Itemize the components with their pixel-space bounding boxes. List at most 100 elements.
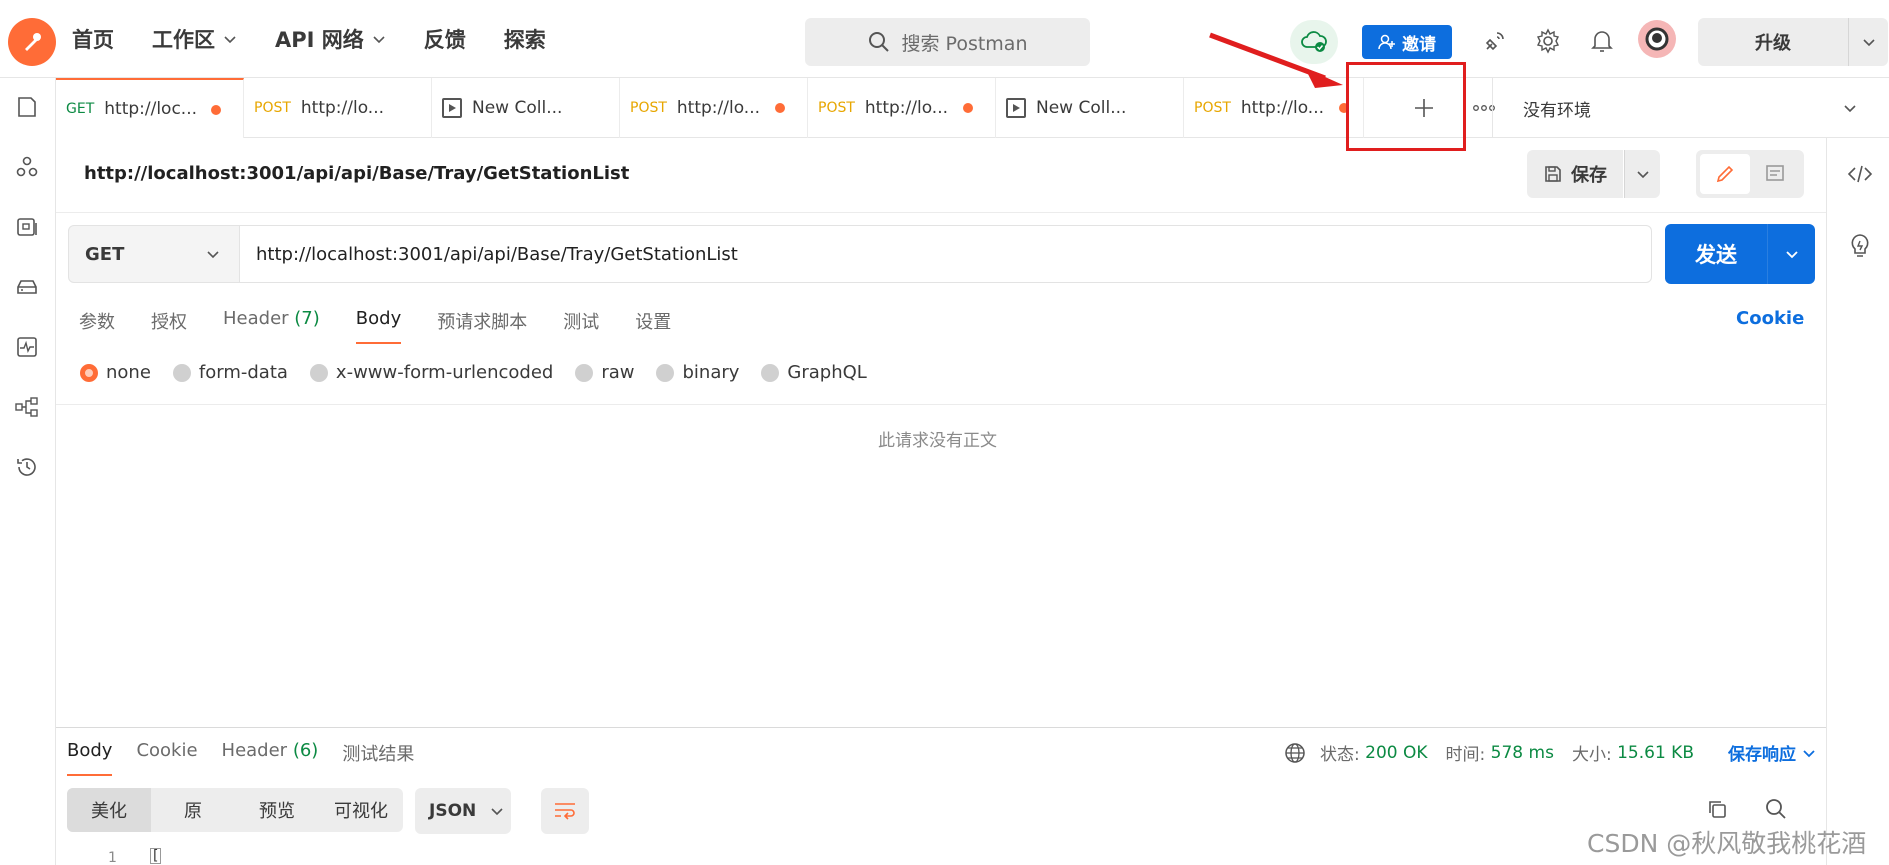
tab-tests[interactable]: 测试 bbox=[563, 308, 599, 344]
postman-logo[interactable] bbox=[8, 18, 56, 66]
upgrade-dropdown[interactable] bbox=[1849, 34, 1888, 50]
tab-collection-runner[interactable]: New Coll... bbox=[432, 78, 620, 138]
body-type-label: none bbox=[106, 362, 151, 383]
time-value[interactable]: 578 ms bbox=[1491, 743, 1554, 763]
body-type-options: none form-data x-www-form-urlencoded raw… bbox=[80, 362, 889, 383]
environment-label: 没有环境 bbox=[1523, 100, 1591, 121]
search-placeholder: 搜索 Postman bbox=[901, 32, 1028, 55]
invite-button[interactable]: 邀请 bbox=[1362, 25, 1452, 59]
save-response-button[interactable]: 保存响应 bbox=[1728, 740, 1816, 765]
radio[interactable] bbox=[575, 363, 594, 382]
play-icon bbox=[1006, 98, 1026, 118]
environment-icon bbox=[17, 218, 37, 236]
response-tab-headers[interactable]: Header (6) bbox=[222, 740, 319, 776]
nav-explore[interactable]: 探索 bbox=[504, 24, 546, 54]
nav-workspace[interactable]: 工作区 bbox=[152, 24, 237, 54]
tab-pre-request-script[interactable]: 预请求脚本 bbox=[437, 308, 527, 344]
request-title[interactable]: http://localhost:3001/api/api/Base/Tray/… bbox=[84, 163, 629, 184]
view-visualize[interactable]: 可视化 bbox=[319, 788, 403, 832]
send-dropdown[interactable] bbox=[1767, 224, 1815, 284]
body-type-form-data[interactable]: form-data bbox=[172, 362, 288, 383]
view-raw-label: 原 bbox=[184, 801, 202, 822]
radio[interactable] bbox=[309, 363, 328, 382]
code-snippet-button[interactable] bbox=[1847, 164, 1873, 188]
edit-mode-button[interactable] bbox=[1700, 154, 1750, 194]
body-type-binary[interactable]: binary bbox=[656, 362, 739, 383]
tab-settings-label: 设置 bbox=[635, 312, 672, 333]
response-format-select[interactable]: JSON bbox=[415, 788, 511, 834]
response-tab-body-label: Body bbox=[67, 740, 113, 761]
globe-icon[interactable] bbox=[1284, 742, 1306, 764]
status-value[interactable]: 200 OK bbox=[1365, 743, 1427, 763]
empty-body-text: 此请求没有正文 bbox=[878, 431, 997, 451]
tab-body-label: Body bbox=[355, 308, 402, 329]
avatar-icon bbox=[1645, 27, 1669, 51]
url-input[interactable]: http://localhost:3001/api/api/Base/Tray/… bbox=[240, 225, 1652, 283]
notifications-button[interactable] bbox=[1587, 26, 1617, 56]
tab-params[interactable]: 参数 bbox=[79, 308, 115, 344]
comments-mode-button[interactable] bbox=[1750, 154, 1800, 194]
cookies-link[interactable]: Cookie bbox=[1736, 308, 1804, 329]
settings-button[interactable] bbox=[1533, 26, 1563, 56]
send-button[interactable]: 发送 bbox=[1665, 224, 1767, 284]
response-tab-headers-label: Header bbox=[221, 740, 288, 761]
sidebar-environments[interactable] bbox=[12, 212, 42, 242]
view-preview-label: 预览 bbox=[259, 801, 295, 822]
view-pretty[interactable]: 美化 bbox=[67, 788, 151, 832]
tab-headers[interactable]: Header (7) bbox=[223, 308, 320, 344]
chevron-down-icon bbox=[207, 251, 219, 259]
radio-checked[interactable] bbox=[80, 363, 98, 382]
radio[interactable] bbox=[172, 363, 191, 382]
tab-settings[interactable]: 设置 bbox=[635, 308, 671, 344]
sidebar-mock-servers[interactable] bbox=[12, 272, 42, 302]
nav-api-network[interactable]: API 网络 bbox=[275, 24, 386, 54]
response-header-count: (6) bbox=[292, 740, 319, 761]
save-button[interactable]: 保存 bbox=[1527, 150, 1623, 198]
nav-home[interactable]: 首页 bbox=[72, 24, 114, 54]
tab-collection-runner[interactable]: New Coll... bbox=[996, 78, 1184, 138]
body-type-urlencoded[interactable]: x-www-form-urlencoded bbox=[309, 362, 553, 383]
method-select[interactable]: GET bbox=[68, 225, 240, 283]
save-dropdown[interactable] bbox=[1624, 150, 1660, 198]
response-search-button[interactable] bbox=[1765, 798, 1787, 824]
satellite-button[interactable] bbox=[1480, 26, 1510, 56]
sidebar-apis[interactable] bbox=[12, 152, 42, 182]
tab-auth[interactable]: 授权 bbox=[151, 308, 187, 344]
response-divider[interactable] bbox=[56, 727, 1826, 728]
tab-request[interactable]: GET http://loc... bbox=[56, 78, 244, 138]
environment-selector[interactable]: 没有环境 bbox=[1492, 78, 1882, 138]
avatar[interactable] bbox=[1638, 20, 1676, 58]
sidebar-collections[interactable] bbox=[12, 92, 42, 122]
apis-icon bbox=[16, 156, 38, 177]
upgrade-button[interactable]: 升级 bbox=[1698, 18, 1888, 66]
body-type-graphql[interactable]: GraphQL bbox=[761, 362, 867, 383]
history-icon bbox=[17, 458, 36, 476]
info-button[interactable] bbox=[1848, 232, 1872, 264]
view-preview[interactable]: 预览 bbox=[235, 788, 319, 832]
radio[interactable] bbox=[761, 363, 780, 382]
tab-request[interactable]: POST http://lo... bbox=[620, 78, 808, 138]
response-tab-body[interactable]: Body bbox=[67, 740, 113, 776]
body-type-none[interactable]: none bbox=[80, 362, 151, 383]
response-tab-test-results[interactable]: 测试结果 bbox=[342, 740, 414, 776]
copy-button[interactable] bbox=[1706, 798, 1728, 824]
monitor-icon bbox=[17, 337, 37, 357]
nav-feedback[interactable]: 反馈 bbox=[424, 24, 466, 54]
search-box[interactable]: 搜索 Postman bbox=[805, 18, 1090, 66]
size-value[interactable]: 15.61 KB bbox=[1617, 743, 1694, 763]
search-icon bbox=[1766, 799, 1786, 819]
response-tab-cookies[interactable]: Cookie bbox=[136, 740, 197, 776]
sidebar-monitors[interactable] bbox=[12, 332, 42, 362]
send-group: 发送 bbox=[1665, 224, 1815, 284]
sidebar-history[interactable] bbox=[12, 452, 42, 482]
tab-body[interactable]: Body bbox=[355, 308, 402, 344]
sidebar-flows[interactable] bbox=[12, 392, 42, 422]
body-type-raw[interactable]: raw bbox=[575, 362, 634, 383]
tab-request[interactable]: POST http://lo... bbox=[244, 78, 432, 138]
radio[interactable] bbox=[656, 363, 675, 382]
satellite-icon bbox=[1485, 32, 1504, 51]
word-wrap-button[interactable] bbox=[541, 788, 589, 834]
tab-request[interactable]: POST http://lo... bbox=[808, 78, 996, 138]
view-raw[interactable]: 原 bbox=[151, 788, 235, 832]
save-label: 保存 bbox=[1571, 165, 1607, 186]
